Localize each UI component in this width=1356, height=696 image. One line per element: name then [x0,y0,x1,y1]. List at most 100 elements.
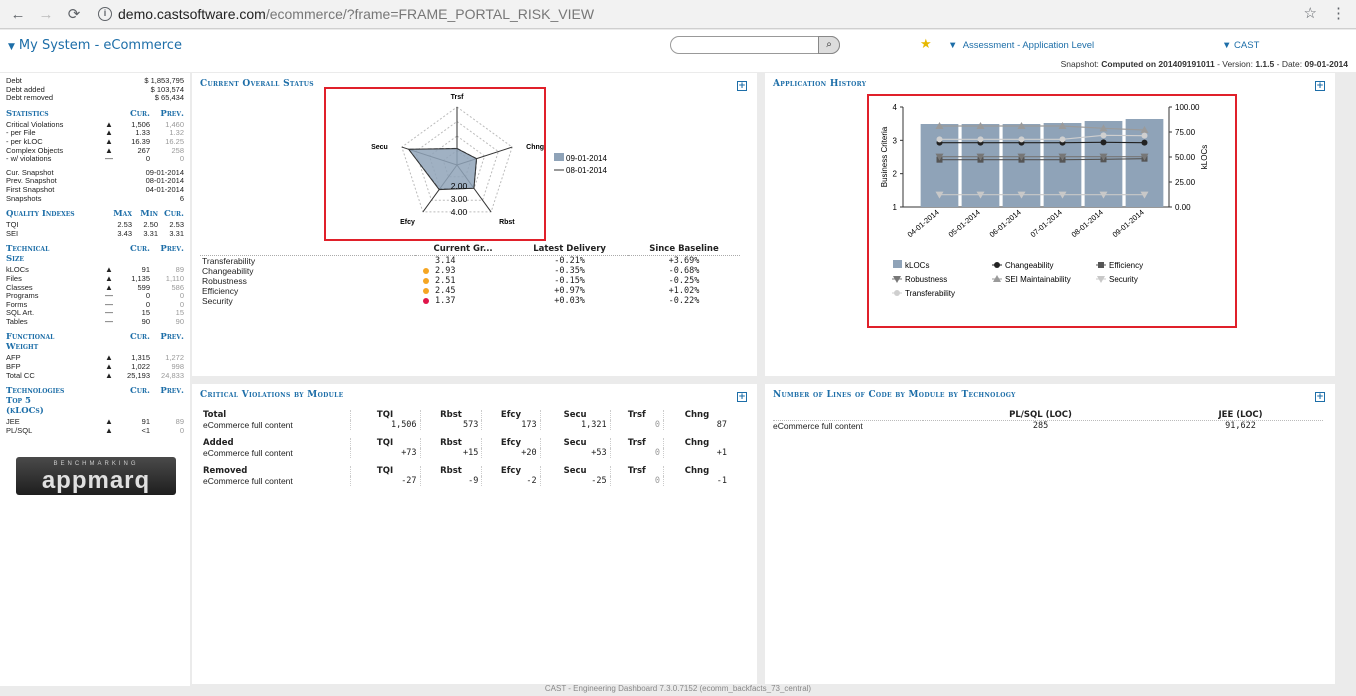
col-max: Max [113,209,132,220]
module-name[interactable]: eCommerce full content [200,420,350,430]
table-row[interactable]: eCommerce full content -27 -9 -2 -25 0 -1 [200,476,730,486]
stat-row[interactable]: AFP ▲ 1,315 1,272 [6,354,184,363]
stat-cur: 599 [137,282,150,292]
section-header: Statistics Cur. Prev. [6,109,184,119]
col-efcy: Efcy [481,466,541,476]
legend-label: 09-01-2014 [566,154,607,163]
violation-count[interactable]: 173 [481,420,541,430]
stat-row[interactable]: Programs —0 0 [6,291,184,301]
stat-row[interactable]: Total CC ▲ 25,193 24,833 [6,371,184,381]
status-row[interactable]: Efficiency 2.45 +0.97% +1.02% [200,286,740,296]
grade-value: 2.51 [435,276,456,286]
stat-row[interactable]: SQL Art. —15 15 [6,309,184,318]
status-dot-icon [423,258,429,264]
violation-count[interactable]: +1 [662,448,730,458]
trend-icon: ▲ [105,425,113,435]
violation-count[interactable]: 0 [609,476,664,486]
violation-count[interactable]: +73 [349,448,421,458]
appmarq-logo[interactable]: BENCHMARKING appmarq [16,457,176,496]
expand-icon[interactable]: + [737,81,747,91]
violation-count[interactable]: 0 [609,448,664,458]
panel-title: Application History [773,79,867,89]
violation-count[interactable]: +53 [539,448,611,458]
violation-count[interactable]: -9 [419,476,482,486]
col-prev: Prev. [160,108,184,119]
status-row[interactable]: Robustness 2.51 -0.15% -0.25% [200,276,740,286]
stat-row[interactable]: kLOCs ▲ 91 89 [6,266,184,275]
stat-prev: 0 [179,425,184,435]
violation-count[interactable]: 1,506 [349,420,421,430]
stat-label: - w/ violations [6,154,52,164]
status-row[interactable]: Transferability 3.14 -0.21% +3.69% [200,256,740,266]
section-title-part: Size [6,254,24,265]
violation-count[interactable]: 0 [609,420,664,430]
bookmark-star-icon[interactable]: ☆ [1304,4,1317,22]
stat-prev: 89 [175,417,184,427]
section-header: Functional Weight Cur. Prev. [6,332,184,352]
assessment-dropdown[interactable]: ▼ Assessment - Application Level [948,40,1094,51]
logo-name: appmarq [41,467,151,495]
grade-value: 2.45 [435,286,456,296]
col-tqi: TQI [349,438,421,448]
since-baseline: +3.69% [668,256,700,266]
favorite-star-icon[interactable]: ★ [920,37,932,52]
user-dropdown[interactable]: ▼ CAST [1222,40,1259,51]
forward-icon[interactable]: → [36,6,56,23]
search-icon[interactable]: ⌕ [818,36,840,54]
violation-count[interactable]: 87 [662,420,730,430]
module-name[interactable]: eCommerce full content [200,448,350,458]
stat-row[interactable]: PL/SQL ▲ <1 0 [6,425,184,436]
expand-icon[interactable]: + [1315,81,1325,91]
info-icon[interactable]: i [98,7,112,21]
stat-prev: 90 [175,316,184,326]
loc-value: 91,622 [1225,421,1256,431]
col-cur: Cur. [130,244,150,255]
violation-count[interactable]: +20 [481,448,541,458]
search-input[interactable]: ⌕ [670,36,840,54]
stat-label: PL/SQL [6,425,33,435]
stat-cur: 0 [145,154,150,164]
quality-label: TQI [6,220,19,230]
quality-label: SEI [6,228,19,238]
col-secu: Secu [539,466,611,476]
quality-max: 3.43 [117,228,132,238]
stat-row[interactable]: - w/ violations — 0 0 [6,155,184,164]
status-row[interactable]: Changeability 2.93 -0.35% -0.68% [200,266,740,276]
browser-toolbar: ← → ⟳ i demo.castsoftware.com/ecommerce/… [0,0,1356,29]
table-row[interactable]: eCommerce full content +73 +15 +20 +53 0 +1 [200,448,730,458]
stat-row[interactable]: Tables — 90 90 [6,316,184,327]
system-title[interactable]: ▼ My System - eCommerce [8,38,182,53]
since-baseline: -0.25% [668,276,700,286]
table-row[interactable]: eCommerce full content 285 91,622 [773,421,1323,432]
violation-count[interactable]: -1 [662,476,730,486]
violation-count[interactable]: -27 [349,476,421,486]
violation-count[interactable]: -25 [539,476,611,486]
stat-row[interactable]: JEE ▲ 91 89 [6,418,184,427]
grade-cell: 3.14 [415,256,511,266]
status-row[interactable]: Security 1.37 +0.03% -0.22% [200,296,740,306]
highlight-box [324,87,546,241]
col-cur: Cur. [130,108,150,119]
reload-icon[interactable]: ⟳ [64,5,84,23]
violation-count[interactable]: +15 [419,448,482,458]
debt-label: Debt removed [6,93,54,103]
address-bar[interactable]: i demo.castsoftware.com/ecommerce/?frame… [98,6,594,22]
group-title: Added [203,438,234,448]
violation-count[interactable]: -2 [481,476,541,486]
violation-count[interactable]: 1,321 [539,420,611,430]
back-icon[interactable]: ← [8,6,28,23]
expand-icon[interactable]: + [737,392,747,402]
table-row[interactable]: eCommerce full content 1,506 573 173 1,321 0 8… [200,420,730,430]
panel-title: Number of Lines of Code by Module by Tec… [773,390,1016,400]
module-name[interactable]: eCommerce full content [773,421,923,432]
violation-count[interactable]: 573 [419,420,482,430]
grade-value: 2.93 [435,266,456,276]
module-name[interactable]: eCommerce full content [200,476,350,486]
grade-cell: 2.51 [415,276,511,286]
menu-icon[interactable]: ⋮ [1331,4,1346,22]
quality-row[interactable]: SEI 3.43 3.31 3.31 [6,228,184,239]
section-title-part: Weight [6,342,39,353]
col-rbst: Rbst [419,438,482,448]
highlight-box [867,94,1237,328]
expand-icon[interactable]: + [1315,392,1325,402]
